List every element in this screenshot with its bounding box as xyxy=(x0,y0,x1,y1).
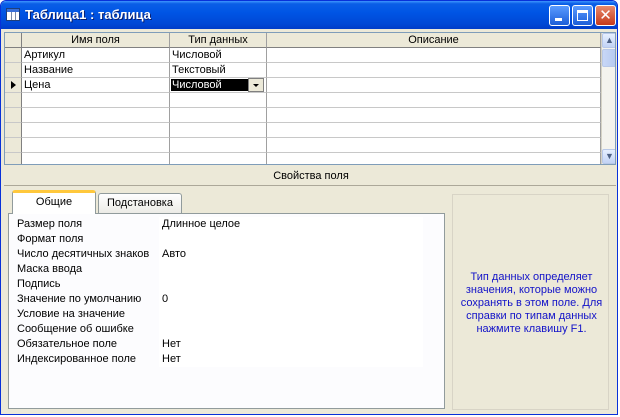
data-type-cell[interactable]: Текстовый xyxy=(170,63,267,78)
header-selector[interactable] xyxy=(5,33,22,48)
maximize-icon xyxy=(577,10,588,21)
row-selector[interactable] xyxy=(5,138,22,153)
table-design-window: Таблица1 : таблица ✕ Имя поля Тип данных… xyxy=(0,0,618,415)
property-row: Размер поля Длинное целое xyxy=(17,217,423,232)
row-selector[interactable] xyxy=(5,123,22,138)
tab-lookup[interactable]: Подстановка xyxy=(98,193,182,213)
data-type-cell[interactable] xyxy=(170,108,267,123)
property-value[interactable] xyxy=(159,277,423,292)
field-name-cell[interactable] xyxy=(22,93,170,108)
maximize-button[interactable] xyxy=(572,5,593,26)
data-type-cell[interactable] xyxy=(170,123,267,138)
property-value[interactable] xyxy=(159,232,423,247)
property-value[interactable] xyxy=(159,307,423,322)
minimize-button[interactable] xyxy=(549,5,570,26)
field-name-cell[interactable]: Артикул xyxy=(22,48,170,63)
row-selector[interactable] xyxy=(5,48,22,63)
scroll-up-icon[interactable]: ▲ xyxy=(602,33,615,48)
property-label: Условие на значение xyxy=(17,308,126,320)
window-title: Таблица1 : таблица xyxy=(25,7,151,22)
property-row: Индексированное поле Нет xyxy=(17,352,423,367)
table-row-empty xyxy=(5,153,601,164)
data-type-cell[interactable] xyxy=(170,138,267,153)
description-cell[interactable] xyxy=(267,78,601,93)
property-label: Формат поля xyxy=(17,233,84,245)
description-cell[interactable] xyxy=(267,48,601,63)
description-cell[interactable] xyxy=(267,93,601,108)
field-name-cell[interactable] xyxy=(22,153,170,164)
table-row-empty xyxy=(5,108,601,123)
property-label: Значение по умолчанию xyxy=(17,293,142,305)
field-name-cell[interactable] xyxy=(22,123,170,138)
description-cell[interactable] xyxy=(267,63,601,78)
property-row: Сообщение об ошибке xyxy=(17,322,423,337)
field-name-cell[interactable]: Название xyxy=(22,63,170,78)
property-label: Маска ввода xyxy=(17,263,83,275)
field-name-cell[interactable] xyxy=(22,138,170,153)
property-row: Обязательное поле Нет xyxy=(17,337,423,352)
row-selector[interactable] xyxy=(5,153,22,164)
row-selector[interactable] xyxy=(5,78,22,93)
grid-header-row: Имя поля Тип данных Описание xyxy=(5,33,601,48)
property-row: Подпись xyxy=(17,277,423,292)
property-label: Индексированное поле xyxy=(17,353,136,365)
property-row: Значение по умолчанию 0 xyxy=(17,292,423,307)
field-grid: Имя поля Тип данных Описание Артикул Чис… xyxy=(4,32,616,165)
property-label: Число десятичных знаков xyxy=(17,248,150,260)
title-bar[interactable]: Таблица1 : таблица ✕ xyxy=(1,1,617,29)
property-label: Подпись xyxy=(17,278,61,290)
close-icon: ✕ xyxy=(599,7,612,24)
data-type-cell[interactable]: Числовой xyxy=(170,78,267,93)
property-value[interactable]: Авто xyxy=(159,247,423,262)
tab-general[interactable]: Общие xyxy=(12,190,96,214)
column-header-description[interactable]: Описание xyxy=(267,33,601,48)
dropdown-arrow-icon[interactable] xyxy=(248,78,264,92)
field-properties-header: Свойства поля xyxy=(273,170,349,182)
help-text: Тип данных определяет значения, которые … xyxy=(460,271,603,335)
column-header-name[interactable]: Имя поля xyxy=(22,33,170,48)
table-row: Название Текстовый xyxy=(5,63,601,78)
column-header-type[interactable]: Тип данных xyxy=(170,33,267,48)
property-row: Число десятичных знаков Авто xyxy=(17,247,423,262)
table-row-empty xyxy=(5,93,601,108)
description-cell[interactable] xyxy=(267,138,601,153)
row-selector[interactable] xyxy=(5,108,22,123)
property-row: Условие на значение xyxy=(17,307,423,322)
field-name-cell[interactable]: Цена xyxy=(22,78,170,93)
property-value[interactable]: Нет xyxy=(159,337,423,352)
data-type-cell[interactable] xyxy=(170,153,267,164)
row-selector[interactable] xyxy=(5,93,22,108)
property-row: Маска ввода xyxy=(17,262,423,277)
table-icon xyxy=(6,8,20,21)
data-type-cell[interactable]: Числовой xyxy=(170,48,267,63)
property-value[interactable]: 0 xyxy=(159,292,423,307)
property-row: Формат поля xyxy=(17,232,423,247)
description-cell[interactable] xyxy=(267,108,601,123)
minimize-icon xyxy=(555,18,562,21)
vertical-scrollbar[interactable]: ▲ ▼ xyxy=(601,33,615,164)
table-row-empty xyxy=(5,123,601,138)
property-value[interactable]: Длинное целое xyxy=(159,217,423,232)
table-row: Артикул Числовой xyxy=(5,48,601,63)
field-name-cell[interactable] xyxy=(22,108,170,123)
property-label: Размер поля xyxy=(17,218,83,230)
property-value[interactable]: Нет xyxy=(159,352,423,367)
description-cell[interactable] xyxy=(267,123,601,138)
property-value[interactable] xyxy=(159,322,423,337)
row-selector[interactable] xyxy=(5,63,22,78)
table-row-empty xyxy=(5,138,601,153)
table-row-current: Цена Числовой xyxy=(5,78,601,93)
general-properties-panel: Размер поля Длинное целое Формат поля Чи… xyxy=(8,213,445,409)
field-properties-pane: Общие Подстановка Размер поля Длинное це… xyxy=(4,185,616,414)
property-value[interactable] xyxy=(159,262,423,277)
data-type-cell[interactable] xyxy=(170,93,267,108)
description-cell[interactable] xyxy=(267,153,601,164)
current-row-arrow-icon xyxy=(11,81,16,89)
help-box: Тип данных определяет значения, которые … xyxy=(452,194,609,410)
scrollbar-thumb[interactable] xyxy=(602,49,615,67)
property-label: Обязательное поле xyxy=(17,338,118,350)
close-button[interactable]: ✕ xyxy=(595,5,616,26)
property-label: Сообщение об ошибке xyxy=(17,323,134,335)
scroll-down-icon[interactable]: ▼ xyxy=(602,149,615,164)
